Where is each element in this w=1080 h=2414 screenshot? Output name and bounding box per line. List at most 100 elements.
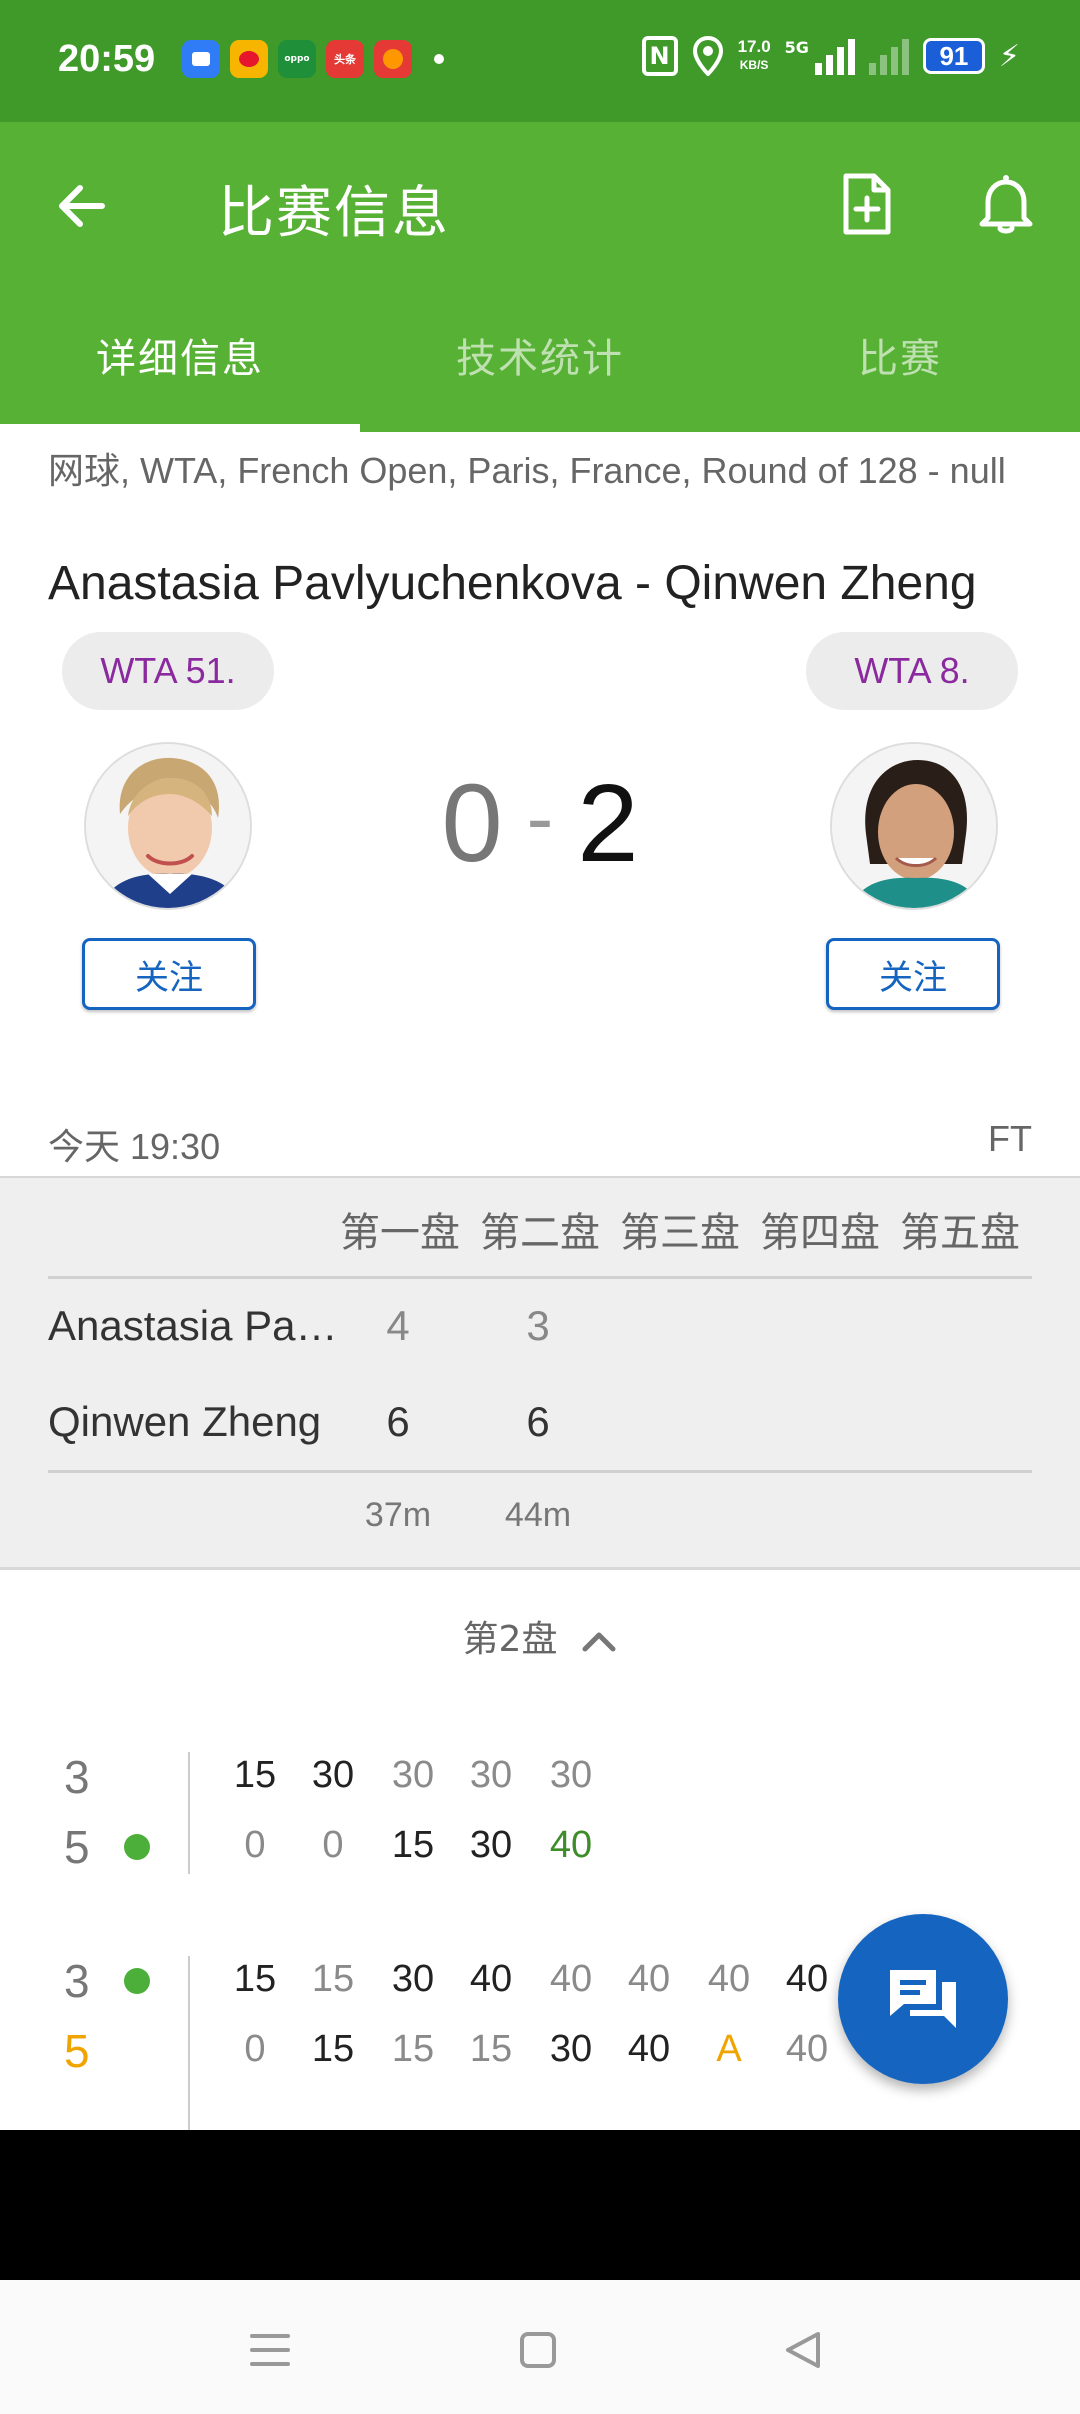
app-bar: 比赛信息 xyxy=(0,122,1080,286)
set-5-header: 第五盘 xyxy=(900,1210,1020,1256)
point-top: 30 xyxy=(549,1754,593,1796)
tab-match[interactable]: 比赛 xyxy=(720,326,1080,384)
screen-black-region xyxy=(0,2130,1080,2280)
point-bottom: 15 xyxy=(469,2028,513,2070)
table-divider xyxy=(48,1276,1032,1279)
net-speed-value: 17.0 xyxy=(737,37,771,56)
breadcrumb: 网球, WTA, French Open, Paris, France, Rou… xyxy=(48,450,1006,491)
messenger-app-icon xyxy=(182,40,220,78)
nfc-icon: N xyxy=(641,36,678,76)
point-bottom: 15 xyxy=(391,1824,435,1866)
away-player-name: Qinwen Zheng xyxy=(48,1398,322,1445)
match-title: Anastasia Pavlyuchenkova - Qinwen Zheng xyxy=(48,557,977,610)
game-divider xyxy=(188,1752,190,1874)
back-arrow-icon[interactable] xyxy=(52,176,112,236)
chat-fab-button[interactable] xyxy=(838,1914,1008,2084)
game-count-top: 3 xyxy=(64,1751,90,1803)
net-speed: 17.0 KB/S xyxy=(738,38,771,74)
more-notifications-dot xyxy=(434,54,444,64)
point-top: 15 xyxy=(311,1958,355,2000)
point-bottom: 0 xyxy=(322,1824,344,1866)
point-top: 15 xyxy=(233,1958,277,2000)
network-type: 5G xyxy=(784,38,809,57)
point-bottom-advantage: A xyxy=(716,2028,742,2070)
away-set-1: 6 xyxy=(386,1398,410,1445)
game-count-bottom: 5 xyxy=(64,1821,90,1873)
game-count-top: 3 xyxy=(64,1955,90,2007)
net-speed-unit: KB/S xyxy=(739,58,769,72)
status-indicators: N 17.0 KB/S 5G 91 ⚡ xyxy=(641,36,1020,76)
notification-icons: oppo 头条 xyxy=(182,40,444,78)
status-bar: 20:59 oppo 头条 N 17.0 KB/S 5G 91 ⚡ xyxy=(0,0,1080,122)
point-top: 40 xyxy=(549,1958,593,2000)
game-divider xyxy=(188,1956,190,2130)
tab-bar: 详细信息 技术统计 比赛 xyxy=(0,286,1080,432)
point-top: 30 xyxy=(391,1754,435,1796)
table-divider xyxy=(48,1470,1032,1473)
away-rank-badge: WTA 8. xyxy=(806,632,1018,710)
set-3-header: 第三盘 xyxy=(620,1210,740,1256)
match-status: FT xyxy=(988,1118,1032,1159)
point-bottom: 30 xyxy=(549,2028,593,2070)
home-square-icon[interactable] xyxy=(508,2320,568,2380)
ball-app-icon xyxy=(374,40,412,78)
game-count-bottom: 5 xyxy=(64,2025,90,2077)
add-document-icon[interactable] xyxy=(834,172,898,236)
menu-icon[interactable] xyxy=(240,2320,300,2380)
away-score: 2 xyxy=(577,762,639,885)
signal-icon xyxy=(814,37,855,75)
set-2-duration: 44m xyxy=(504,1496,572,1534)
set-selector-label: 第2盘 xyxy=(462,1619,558,1660)
tab-stats[interactable]: 技术统计 xyxy=(360,326,720,384)
set-4-header: 第四盘 xyxy=(760,1210,880,1256)
point-top: 40 xyxy=(707,1958,751,2000)
system-nav-bar xyxy=(0,2280,1080,2414)
back-triangle-icon[interactable] xyxy=(774,2320,834,2380)
away-set-2: 6 xyxy=(526,1398,550,1445)
bell-icon[interactable] xyxy=(974,172,1038,236)
follow-away-button[interactable]: 关注 xyxy=(826,938,1000,1010)
point-bottom: 0 xyxy=(244,1824,266,1866)
set-2-header: 第二盘 xyxy=(480,1210,600,1256)
point-top: 40 xyxy=(785,1958,829,2000)
home-set-1: 4 xyxy=(386,1302,410,1349)
charging-icon: ⚡ xyxy=(998,38,1020,74)
point-bottom: 15 xyxy=(311,2028,355,2070)
serve-indicator xyxy=(124,1834,150,1860)
chevron-up-icon[interactable] xyxy=(581,1629,617,1653)
battery-icon: 91 xyxy=(922,38,985,74)
follow-home-button[interactable]: 关注 xyxy=(82,938,256,1010)
active-tab-indicator xyxy=(0,424,360,432)
set-scores-table: 第一盘 第二盘 第三盘 第四盘 第五盘 Anastasia Pa… 4 3 Qi… xyxy=(0,1176,1080,1570)
oppo-app-icon: oppo xyxy=(278,40,316,78)
home-set-2: 3 xyxy=(526,1302,550,1349)
point-top: 40 xyxy=(627,1958,671,2000)
status-time: 20:59 xyxy=(58,38,156,80)
match-time: 今天 19:30 xyxy=(48,1126,221,1167)
set-selector[interactable]: 第2盘 xyxy=(0,1610,1080,1662)
point-bottom: 15 xyxy=(391,2028,435,2070)
page-title: 比赛信息 xyxy=(218,181,450,246)
point-bottom: 0 xyxy=(244,2028,266,2070)
toutiao-app-icon: 头条 xyxy=(326,40,364,78)
set-1-header: 第一盘 xyxy=(340,1210,460,1256)
location-icon xyxy=(692,36,723,76)
serve-indicator xyxy=(124,1968,150,1994)
set-1-duration: 37m xyxy=(364,1496,432,1534)
point-top: 40 xyxy=(469,1958,513,2000)
point-top: 15 xyxy=(233,1754,277,1796)
home-rank-badge: WTA 51. xyxy=(62,632,274,710)
home-player-name: Anastasia Pa… xyxy=(48,1302,338,1349)
weibo-app-icon xyxy=(230,40,268,78)
point-top: 30 xyxy=(311,1754,355,1796)
chat-icon xyxy=(890,1970,956,2028)
signal-2-icon xyxy=(868,37,909,75)
tab-details[interactable]: 详细信息 xyxy=(0,326,360,384)
point-bottom: 30 xyxy=(469,1824,513,1866)
home-score: 0 xyxy=(441,762,503,885)
point-top: 30 xyxy=(391,1958,435,2000)
point-bottom-game-won: 40 xyxy=(549,1824,593,1866)
point-top: 30 xyxy=(469,1754,513,1796)
point-bottom: 40 xyxy=(627,2028,671,2070)
match-score: 0-2 xyxy=(0,760,1080,887)
